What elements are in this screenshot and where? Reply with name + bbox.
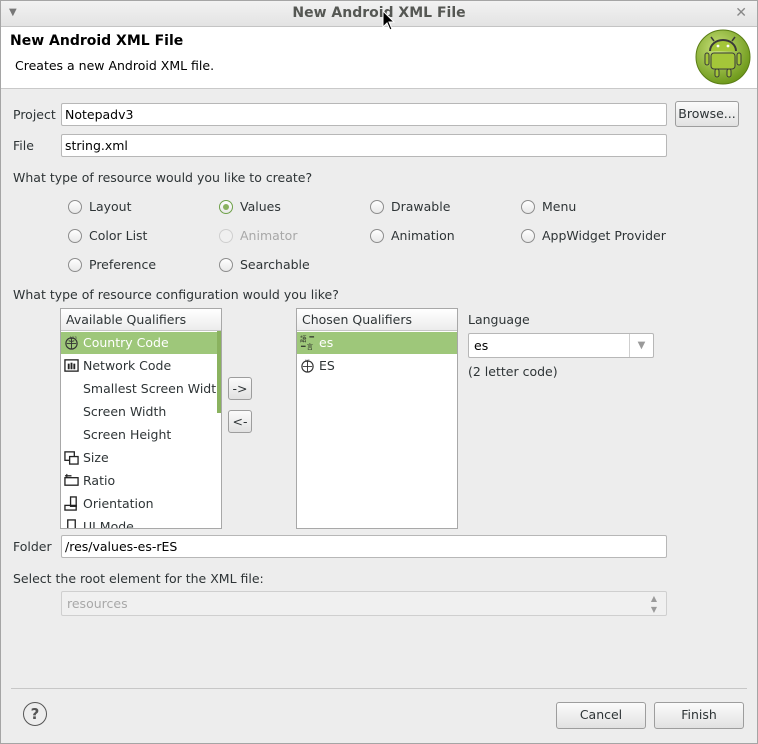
file-label: File bbox=[13, 138, 34, 153]
list-item-language[interactable]: 語言 es bbox=[297, 332, 457, 354]
chosen-qualifiers-list[interactable]: Chosen Qualifiers 語言 es US ES bbox=[296, 308, 458, 529]
list-item-ratio[interactable]: Ratio bbox=[61, 470, 221, 492]
available-qualifiers-header: Available Qualifiers bbox=[61, 309, 221, 331]
radio-label: Drawable bbox=[391, 199, 451, 214]
ui-mode-icon bbox=[67, 519, 76, 528]
radio-label: Animator bbox=[240, 228, 298, 243]
folder-input[interactable]: /res/values-es-rES bbox=[61, 535, 667, 558]
list-item-smallest-screen-width[interactable]: Smallest Screen Width bbox=[61, 378, 221, 400]
language-icon: 語言 bbox=[300, 335, 315, 350]
language-hint: (2 letter code) bbox=[468, 364, 558, 379]
svg-text:US: US bbox=[305, 359, 311, 363]
list-item-screen-width[interactable]: Screen Width bbox=[61, 401, 221, 423]
finish-button[interactable]: Finish bbox=[654, 702, 744, 729]
add-qualifier-button[interactable]: -> bbox=[228, 377, 252, 400]
wizard-header: New Android XML File Creates a new Andro… bbox=[1, 27, 757, 89]
spinner-arrows-icon: ▲ ▼ bbox=[650, 594, 658, 614]
radio-label: Animation bbox=[391, 228, 455, 243]
list-item-screen-height[interactable]: Screen Height bbox=[61, 424, 221, 446]
project-label: Project bbox=[13, 107, 56, 122]
radio-label: Layout bbox=[89, 199, 132, 214]
list-item-network-code[interactable]: Network Code bbox=[61, 355, 221, 377]
list-item-region[interactable]: US ES bbox=[297, 355, 457, 377]
radio-label: AppWidget Provider bbox=[542, 228, 666, 243]
remove-qualifier-button[interactable]: <- bbox=[228, 410, 252, 433]
list-item-size[interactable]: Size bbox=[61, 447, 221, 469]
orientation-icon bbox=[64, 496, 77, 511]
radio-label: Values bbox=[240, 199, 281, 214]
android-logo-icon bbox=[695, 29, 751, 85]
help-icon[interactable]: ? bbox=[23, 702, 47, 726]
chevron-down-icon[interactable]: ▼ bbox=[629, 334, 653, 357]
header-title: New Android XML File bbox=[10, 33, 184, 49]
svg-text:言: 言 bbox=[307, 342, 314, 350]
svg-text:123: 123 bbox=[70, 336, 78, 340]
root-element-label: Select the root element for the XML file… bbox=[13, 571, 264, 586]
radio-label: Color List bbox=[89, 228, 148, 243]
project-input[interactable]: Notepadv3 bbox=[61, 103, 667, 126]
close-icon[interactable]: ✕ bbox=[735, 5, 747, 21]
radio-label: Menu bbox=[542, 199, 577, 214]
header-description: Creates a new Android XML file. bbox=[15, 58, 215, 73]
available-list-scrollbar[interactable] bbox=[217, 331, 221, 413]
cancel-button[interactable]: Cancel bbox=[556, 702, 646, 729]
title-bar: ▼ New Android XML File ✕ bbox=[1, 1, 757, 27]
region-icon: US bbox=[301, 359, 314, 373]
chosen-qualifiers-header: Chosen Qualifiers bbox=[297, 309, 457, 331]
radio-label: Searchable bbox=[240, 257, 310, 272]
window-title: New Android XML File bbox=[292, 5, 466, 21]
ratio-icon bbox=[64, 473, 79, 486]
browse-button[interactable]: Browse... bbox=[675, 101, 739, 127]
list-item-orientation[interactable]: Orientation bbox=[61, 493, 221, 515]
file-input[interactable]: string.xml bbox=[61, 134, 667, 157]
globe-icon: 123 bbox=[65, 336, 78, 350]
resource-type-question: What type of resource would you like to … bbox=[13, 170, 313, 185]
radio-label: Preference bbox=[89, 257, 157, 272]
language-combo[interactable]: es ▼ bbox=[468, 333, 654, 358]
language-label: Language bbox=[468, 312, 530, 327]
language-value: es bbox=[474, 338, 489, 353]
root-element-value: resources bbox=[67, 596, 128, 611]
available-qualifiers-list[interactable]: Available Qualifiers 123 Country Code Ne… bbox=[60, 308, 222, 529]
folder-label: Folder bbox=[13, 539, 52, 554]
mouse-cursor-icon bbox=[382, 10, 396, 31]
config-question: What type of resource configuration woul… bbox=[13, 287, 339, 302]
list-item-ui-mode[interactable]: UI Mode bbox=[61, 516, 221, 528]
list-item-country-code[interactable]: 123 Country Code bbox=[61, 332, 221, 354]
network-icon bbox=[64, 359, 79, 372]
size-icon bbox=[64, 451, 79, 465]
dialog-window: ▼ New Android XML File ✕ New Android XML… bbox=[0, 0, 758, 744]
footer-divider bbox=[11, 688, 747, 689]
root-element-combo: resources ▲ ▼ bbox=[61, 591, 667, 616]
